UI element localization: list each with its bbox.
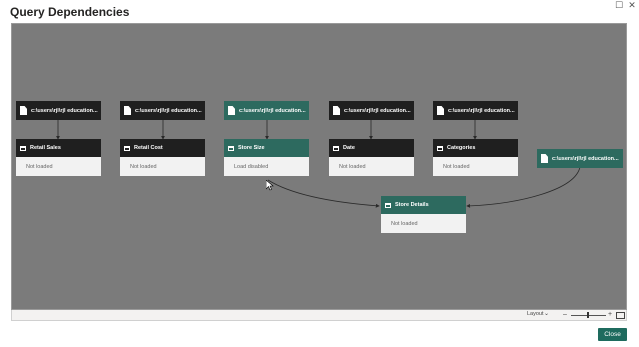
table-icon xyxy=(124,145,130,151)
query-name: Store Details xyxy=(395,202,429,208)
table-icon xyxy=(385,202,391,208)
file-icon xyxy=(541,154,548,163)
canvas-toolbar: Layout ⌄ – + xyxy=(11,310,627,321)
query-status: Load disabled xyxy=(234,163,269,170)
layout-dropdown[interactable]: Layout xyxy=(527,311,544,317)
file-icon xyxy=(437,106,444,115)
table-icon xyxy=(437,145,443,151)
source-node-selected[interactable]: c:\users\rjl\rjl education... xyxy=(224,101,309,120)
edge-store-size-store-details xyxy=(267,179,380,208)
source-node[interactable]: c:\users\rjl\rjl education... xyxy=(120,101,205,120)
query-name: Categories xyxy=(447,145,476,151)
file-icon xyxy=(20,106,27,115)
query-name: Store Size xyxy=(238,145,265,151)
file-icon xyxy=(228,106,235,115)
table-icon xyxy=(20,145,26,151)
query-status: Not loaded xyxy=(339,163,366,170)
source-node-selected[interactable]: c:\users\rjl\rjl education... xyxy=(537,149,623,168)
zoom-in-button[interactable]: + xyxy=(608,310,612,319)
table-icon xyxy=(228,145,234,151)
file-icon xyxy=(333,106,340,115)
query-node-store-details[interactable]: Store Details Not loaded xyxy=(381,196,466,233)
query-node-retail-cost[interactable]: Retail Cost Not loaded xyxy=(120,139,205,176)
query-node-store-size[interactable]: Store Size Load disabled xyxy=(224,139,309,176)
query-status: Not loaded xyxy=(443,163,470,170)
source-node[interactable]: c:\users\rjl\rjl education... xyxy=(16,101,101,120)
query-name: Retail Sales xyxy=(30,145,61,151)
source-node[interactable]: c:\users\rjl\rjl education... xyxy=(433,101,518,120)
query-status: Not loaded xyxy=(391,220,418,227)
zoom-slider-thumb[interactable] xyxy=(587,312,589,318)
query-name: Retail Cost xyxy=(134,145,163,151)
source-node[interactable]: c:\users\rjl\rjl education... xyxy=(329,101,414,120)
query-status: Not loaded xyxy=(130,163,157,170)
zoom-out-button[interactable]: – xyxy=(563,310,567,319)
close-button[interactable]: Close xyxy=(598,328,627,341)
fit-to-screen-icon[interactable] xyxy=(616,312,625,319)
mouse-cursor-icon xyxy=(266,180,274,191)
query-node-retail-sales[interactable]: Retail Sales Not loaded xyxy=(16,139,101,176)
query-status: Not loaded xyxy=(26,163,53,170)
file-icon xyxy=(124,106,131,115)
table-icon xyxy=(333,145,339,151)
query-node-date[interactable]: Date Not loaded xyxy=(329,139,414,176)
chevron-down-icon[interactable]: ⌄ xyxy=(544,310,549,317)
query-name: Date xyxy=(343,145,355,151)
query-node-categories[interactable]: Categories Not loaded xyxy=(433,139,518,176)
